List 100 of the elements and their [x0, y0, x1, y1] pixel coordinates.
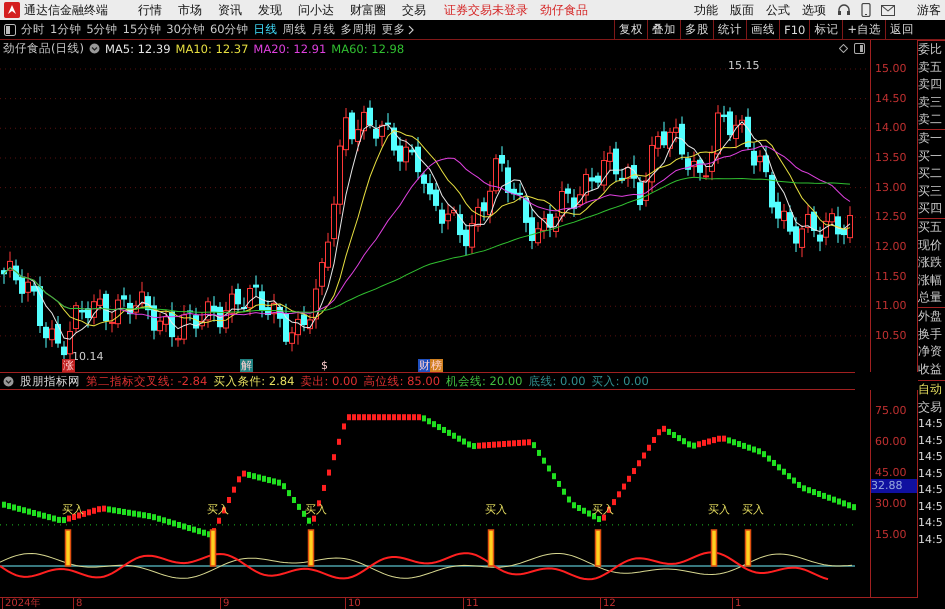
date-label: 1	[732, 598, 742, 609]
indicator-value: 第二指标交叉线: -2.84	[86, 374, 208, 388]
event-marker[interactable]: 涨	[62, 359, 75, 372]
toolbar-button[interactable]: 叠加	[647, 20, 680, 39]
buy-signal-bar	[594, 529, 602, 567]
buy-signal-bar	[64, 529, 72, 567]
buy-signal-label: 买入	[485, 503, 507, 516]
panel-toggle-icon[interactable]	[4, 24, 16, 36]
buy-signal-label: 买入	[708, 503, 730, 516]
mail-icon[interactable]	[881, 4, 895, 16]
indicator-tick: 15.00	[875, 528, 906, 541]
menu-item[interactable]: 行情	[132, 2, 168, 18]
tool-menu-item[interactable]: 选项	[801, 2, 827, 18]
ma-value: MA60: 12.98	[331, 42, 404, 56]
toolbar-button[interactable]: 统计	[713, 20, 746, 39]
quote-label: 委比	[918, 40, 945, 59]
menu-item[interactable]: 资讯	[212, 2, 248, 18]
indicator-tick: 30.00	[875, 497, 906, 510]
quote-label: 净资	[918, 343, 943, 360]
price-tick: 12.50	[875, 210, 906, 224]
tool-menu-item[interactable]: 功能	[693, 2, 719, 18]
auto-label[interactable]: 自动	[918, 380, 945, 399]
trade-time: 14:5	[918, 482, 944, 498]
toolbar-button[interactable]: 标记	[809, 20, 842, 39]
period-tab[interactable]: 周线	[282, 22, 307, 37]
buy-signal-bar	[710, 529, 718, 567]
event-marker[interactable]: $	[320, 359, 329, 372]
menu-item[interactable]: 财富圈	[344, 2, 392, 18]
high-price-label: 15.15	[728, 59, 760, 72]
period-tab[interactable]: 日线	[254, 22, 278, 37]
period-tab[interactable]: 30分钟	[166, 22, 205, 37]
dropdown-circle-icon[interactable]	[3, 376, 14, 386]
trade-time: 14:5	[918, 449, 944, 466]
quote-label: 买三	[918, 182, 943, 200]
low-price-label: 10.14	[72, 350, 104, 363]
headset-icon[interactable]	[837, 3, 851, 17]
buy-signal-bar	[308, 529, 314, 567]
quote-label: 涨跌	[918, 254, 943, 272]
quote-label: 总量	[918, 289, 943, 306]
more-button[interactable]: 更多	[382, 22, 414, 37]
buy-signal-label: 买入	[305, 503, 327, 516]
date-label: 9	[220, 598, 230, 609]
price-tick: 14.00	[875, 121, 906, 134]
date-label: 8	[73, 598, 82, 609]
menu-item[interactable]: 交易	[396, 2, 432, 18]
toolbar-button[interactable]: 画线	[746, 20, 780, 39]
stock-name: 劲仔食品	[540, 2, 588, 18]
quote-label: 卖二	[918, 111, 943, 128]
tool-menu-item[interactable]: 版面	[729, 2, 755, 18]
indicator-value: 买入条件: 2.84	[213, 374, 294, 388]
indicator-value: 高位线: 85.00	[364, 374, 440, 388]
quote-label: 现价	[918, 236, 943, 254]
ma-value: MA5: 12.39	[104, 42, 171, 56]
price-tick: 12.00	[875, 240, 906, 253]
quote-label: 卖一	[918, 128, 945, 148]
quote-label: 卖五	[918, 58, 943, 76]
chevron-icon	[408, 24, 414, 34]
indicator-tick: 60.00	[875, 435, 906, 448]
diamond-icon[interactable]	[839, 44, 848, 53]
tool-menu-item[interactable]: 公式	[765, 2, 791, 18]
period-tab[interactable]: 5分钟	[86, 22, 118, 37]
price-tick: 14.50	[875, 92, 906, 105]
trade-time: 14:5	[918, 432, 944, 449]
chart-title: 劲仔食品(日线)	[3, 41, 84, 56]
app-name: 通达信金融终端	[24, 2, 108, 18]
period-tab[interactable]: 15分钟	[122, 22, 162, 37]
period-tab[interactable]: 60分钟	[210, 22, 249, 37]
phone-icon[interactable]	[861, 3, 871, 17]
quote-label: 收益	[918, 360, 943, 378]
buy-signal-label: 买入	[742, 503, 764, 516]
login-notice: 证券交易未登录	[444, 2, 528, 18]
dropdown-circle-icon[interactable]	[88, 43, 100, 54]
indicator-value: 机会线: 20.00	[446, 374, 522, 388]
quote-label: 买四	[918, 200, 943, 218]
quote-label: 涨幅	[918, 272, 943, 289]
trade-time: 14:5	[918, 515, 944, 532]
toolbar-button[interactable]: +自选	[842, 20, 885, 39]
event-marker[interactable]: 财	[418, 359, 431, 372]
menu-item[interactable]: 发现	[252, 2, 288, 18]
indicator-value: 买入: 0.00	[592, 374, 649, 388]
date-label: 11	[463, 598, 479, 609]
menu-item[interactable]: 市场	[172, 2, 208, 18]
buy-signal-bar	[488, 529, 494, 567]
quote-label: 买一	[918, 148, 943, 165]
toolbar-button[interactable]: 复权	[614, 20, 648, 39]
period-tab[interactable]: 分时	[21, 22, 45, 37]
toolbar-button[interactable]: 返回	[885, 20, 918, 39]
quote-label: 卖四	[918, 76, 943, 94]
user-label[interactable]: 游客	[917, 2, 941, 18]
period-tab[interactable]: 1分钟	[50, 22, 82, 37]
period-tab[interactable]: 多周期	[340, 22, 377, 37]
quote-label: 买二	[918, 165, 943, 182]
ma-value: MA20: 12.91	[253, 42, 326, 56]
toolbar-button[interactable]: F10	[779, 20, 810, 39]
panel-icon[interactable]	[854, 43, 865, 54]
menu-item[interactable]: 问小达	[292, 2, 340, 18]
toolbar-button[interactable]: 多股	[680, 20, 714, 39]
trade-time: 14:5	[918, 532, 944, 548]
trade-time: 14:5	[918, 416, 944, 432]
period-tab[interactable]: 月线	[312, 22, 336, 37]
